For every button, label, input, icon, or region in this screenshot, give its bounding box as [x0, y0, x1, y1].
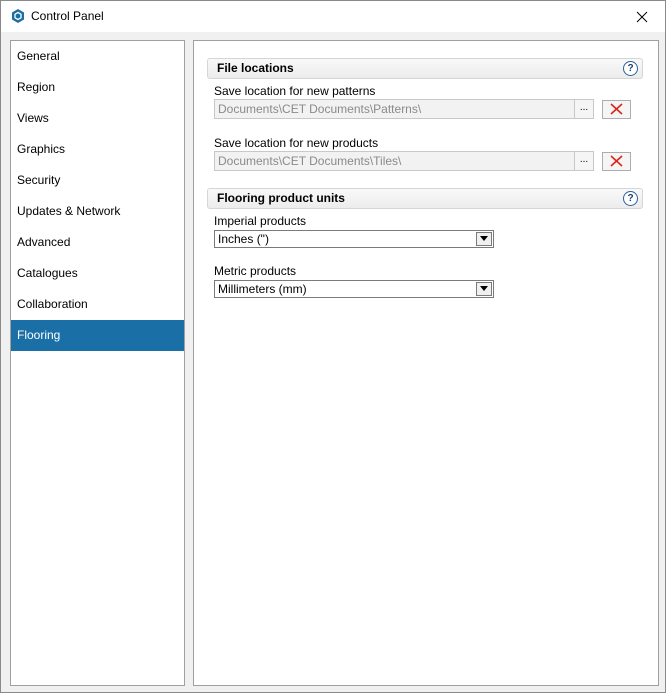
patterns-location-value: Documents\CET Documents\Patterns\ — [218, 102, 422, 116]
patterns-location-field[interactable]: Documents\CET Documents\Patterns\ ... — [214, 99, 594, 119]
patterns-location-label: Save location for new patterns — [214, 84, 376, 98]
close-icon — [636, 11, 648, 22]
sidebar-item-collaboration[interactable]: Collaboration — [11, 289, 184, 320]
sidebar-item-updates-network[interactable]: Updates & Network — [11, 196, 184, 227]
section-title: Flooring product units — [217, 191, 345, 205]
control-panel-window: Control Panel General Region Views Graph… — [0, 0, 666, 693]
settings-content: File locations ? Save location for new p… — [193, 40, 659, 686]
cet-logo-icon — [10, 8, 26, 24]
sidebar-item-region[interactable]: Region — [11, 72, 184, 103]
browse-products-button[interactable]: ... — [574, 152, 593, 170]
sidebar-item-views[interactable]: Views — [11, 103, 184, 134]
clear-products-button[interactable] — [602, 152, 631, 171]
help-icon[interactable]: ? — [623, 61, 638, 76]
product-units-header: Flooring product units ? — [207, 188, 643, 209]
imperial-units-value: Inches (") — [218, 232, 269, 246]
sidebar-nav: General Region Views Graphics Security U… — [10, 40, 185, 686]
close-button[interactable] — [619, 1, 665, 32]
products-location-label: Save location for new products — [214, 136, 379, 150]
products-location-field[interactable]: Documents\CET Documents\Tiles\ ... — [214, 151, 594, 171]
clear-icon — [610, 103, 623, 115]
imperial-units-select[interactable]: Inches (") — [214, 230, 494, 248]
sidebar-item-advanced[interactable]: Advanced — [11, 227, 184, 258]
metric-products-label: Metric products — [214, 264, 297, 278]
file-locations-header: File locations ? — [207, 58, 643, 79]
sidebar-item-flooring[interactable]: Flooring — [11, 320, 184, 351]
sidebar-item-graphics[interactable]: Graphics — [11, 134, 184, 165]
imperial-products-label: Imperial products — [214, 214, 307, 228]
sidebar-item-general[interactable]: General — [11, 41, 184, 72]
clear-patterns-button[interactable] — [602, 100, 631, 119]
dropdown-arrow-icon[interactable] — [476, 282, 492, 296]
products-location-value: Documents\CET Documents\Tiles\ — [218, 154, 402, 168]
metric-units-value: Millimeters (mm) — [218, 282, 307, 296]
title-bar: Control Panel — [1, 1, 665, 32]
help-icon[interactable]: ? — [623, 191, 638, 206]
clear-icon — [610, 155, 623, 167]
window-title: Control Panel — [31, 9, 104, 23]
dropdown-arrow-icon[interactable] — [476, 232, 492, 246]
sidebar-item-security[interactable]: Security — [11, 165, 184, 196]
section-title: File locations — [217, 61, 294, 75]
metric-units-select[interactable]: Millimeters (mm) — [214, 280, 494, 298]
browse-patterns-button[interactable]: ... — [574, 100, 593, 118]
sidebar-item-catalogues[interactable]: Catalogues — [11, 258, 184, 289]
